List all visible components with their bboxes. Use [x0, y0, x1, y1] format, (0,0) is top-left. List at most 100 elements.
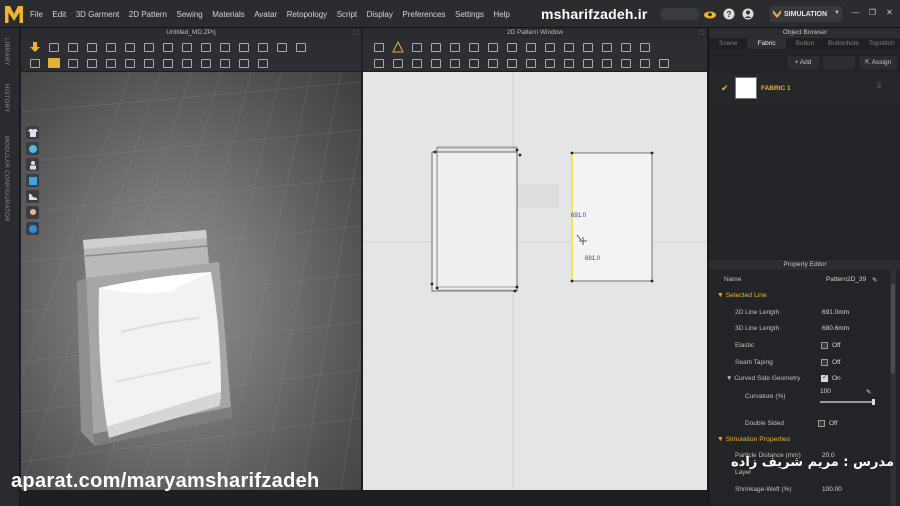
- zipper-tool-icon[interactable]: [139, 56, 158, 70]
- minimize-icon[interactable]: —: [850, 7, 861, 18]
- fabric-swatch[interactable]: [735, 77, 757, 99]
- needle-tool-icon[interactable]: [120, 56, 139, 70]
- shoe-icon[interactable]: [26, 190, 39, 203]
- pin-tool-icon[interactable]: [120, 40, 139, 54]
- 2d-transform-tool-icon[interactable]: [388, 40, 407, 54]
- 2d-sew-multi-icon[interactable]: [407, 56, 426, 70]
- select-active-icon[interactable]: [44, 56, 63, 70]
- curved-label[interactable]: ▼ Curved Side Geometry: [726, 375, 800, 382]
- menu-retopology[interactable]: Retopology: [287, 10, 327, 19]
- 2d-sew-free-icon[interactable]: [388, 56, 407, 70]
- style-tool-icon[interactable]: [63, 56, 82, 70]
- 2d-polygon-tool-icon[interactable]: [464, 40, 483, 54]
- globe-icon[interactable]: [26, 222, 39, 235]
- menu-edit[interactable]: Edit: [52, 10, 66, 19]
- 2d-topstitch-icon[interactable]: [464, 56, 483, 70]
- 2d-pattern-icon[interactable]: [654, 56, 673, 70]
- measure-tool-icon[interactable]: [234, 40, 253, 54]
- menu-materials[interactable]: Materials: [212, 10, 244, 19]
- pattern-drawing[interactable]: 691.0 691.0: [363, 72, 707, 490]
- puckering-tool-icon[interactable]: [177, 56, 196, 70]
- selected-line-section[interactable]: ▼ Selected Line: [717, 292, 767, 299]
- name-value[interactable]: Pattern2D_39: [826, 276, 866, 283]
- edit-tool-icon[interactable]: [291, 40, 310, 54]
- 2d-edit-sewing-icon[interactable]: [445, 56, 464, 70]
- tack-tool-icon[interactable]: [196, 40, 215, 54]
- 2d-grid-icon[interactable]: [635, 40, 654, 54]
- menu-help[interactable]: Help: [493, 10, 509, 19]
- arrange-tool-icon[interactable]: [158, 40, 177, 54]
- fold-tool-icon[interactable]: [139, 40, 158, 54]
- button-tool-icon[interactable]: [158, 56, 177, 70]
- 2d-rectangle-tool-icon[interactable]: [483, 40, 502, 54]
- 2d-edit-curve-icon[interactable]: [426, 40, 445, 54]
- user-icon[interactable]: [741, 7, 755, 21]
- arrow-down-tool-icon[interactable]: [25, 40, 44, 54]
- 2d-select-tool-icon[interactable]: [369, 40, 388, 54]
- menu-display[interactable]: Display: [367, 10, 393, 19]
- shirt-icon[interactable]: [26, 126, 39, 139]
- assign-button[interactable]: ⇱ Assign: [859, 56, 897, 69]
- graphic-tool-icon[interactable]: [215, 56, 234, 70]
- add-fabric-button[interactable]: + Add: [787, 56, 819, 69]
- menu-3d-garment[interactable]: 3D Garment: [76, 10, 120, 19]
- shrink-tool-icon[interactable]: [272, 40, 291, 54]
- 2d-add-point-icon[interactable]: [445, 40, 464, 54]
- 3d-scene[interactable]: [21, 72, 361, 490]
- 2d-buttonhole-icon[interactable]: [635, 56, 654, 70]
- tab-buttonhole[interactable]: Buttonhole: [824, 38, 862, 49]
- avatar-icon[interactable]: [26, 158, 39, 171]
- 2d-zigzag-icon[interactable]: [578, 56, 597, 70]
- walk-avatar-icon[interactable]: [25, 56, 44, 70]
- menu-file[interactable]: File: [30, 10, 43, 19]
- sew-tool-icon[interactable]: [177, 40, 196, 54]
- stitch-tool-icon[interactable]: [101, 56, 120, 70]
- select-mesh-tool-icon[interactable]: [63, 40, 82, 54]
- 2d-pattern-canvas[interactable]: 691.0 691.0: [363, 72, 707, 490]
- strengthen-tool-icon[interactable]: [215, 40, 234, 54]
- tab-button[interactable]: Button: [786, 38, 824, 49]
- menu-2d-pattern[interactable]: 2D Pattern: [129, 10, 167, 19]
- curvature-slider[interactable]: [820, 401, 874, 403]
- shrink-value[interactable]: 100.00: [822, 486, 842, 493]
- modular-configurator-tab[interactable]: MODULAR CONFIGURATOR: [3, 136, 9, 222]
- 2d-texture-edit-icon[interactable]: [502, 56, 521, 70]
- curvature-slider-handle[interactable]: [872, 399, 875, 405]
- box-tool-icon[interactable]: [101, 40, 120, 54]
- simulation-mode-button[interactable]: SIMULATION: [770, 6, 842, 22]
- 2d-seam-allowance-icon[interactable]: [616, 40, 635, 54]
- 2d-sew-segment-icon[interactable]: [369, 56, 388, 70]
- expand-icon[interactable]: ⬚: [353, 29, 359, 36]
- 2d-button-icon[interactable]: [616, 56, 635, 70]
- menu-sewing[interactable]: Sewing: [177, 10, 203, 19]
- double-checkbox[interactable]: [818, 420, 825, 427]
- search-field[interactable]: [660, 8, 700, 20]
- select-move-tool-icon[interactable]: [44, 40, 63, 54]
- menu-preferences[interactable]: Preferences: [402, 10, 445, 19]
- close-icon[interactable]: ✕: [884, 7, 895, 18]
- transform-tool-icon[interactable]: [82, 40, 101, 54]
- cloud-icon[interactable]: [703, 7, 717, 21]
- tab-topstitch[interactable]: Topstitch: [863, 38, 900, 49]
- pen-tool-icon[interactable]: [253, 40, 272, 54]
- menu-script[interactable]: Script: [337, 10, 357, 19]
- menu-avatar[interactable]: Avatar: [254, 10, 277, 19]
- 2d-zipper-icon[interactable]: [597, 56, 616, 70]
- dot-tool-icon[interactable]: [234, 56, 253, 70]
- 2d-graphic-icon[interactable]: [521, 56, 540, 70]
- 2d-internal-circle-icon[interactable]: [559, 40, 578, 54]
- edit-pencil-icon[interactable]: ✎: [872, 276, 877, 284]
- bed-model[interactable]: [71, 222, 271, 452]
- fabric-icon[interactable]: [26, 174, 39, 187]
- texture-tool-icon[interactable]: [196, 56, 215, 70]
- elastic-checkbox[interactable]: [821, 342, 828, 349]
- more-icon[interactable]: ⁞⁞: [877, 83, 881, 90]
- help-icon[interactable]: ?: [722, 7, 736, 21]
- 2d-curve-tool-icon[interactable]: [559, 56, 578, 70]
- 2d-circle-tool-icon[interactable]: [502, 40, 521, 54]
- 2d-edit-point-icon[interactable]: [407, 40, 426, 54]
- 2d-grading-icon[interactable]: [597, 40, 616, 54]
- curvature-value[interactable]: 100: [820, 388, 831, 395]
- copy-button[interactable]: [823, 56, 855, 69]
- 2d-internal-rect-icon[interactable]: [540, 40, 559, 54]
